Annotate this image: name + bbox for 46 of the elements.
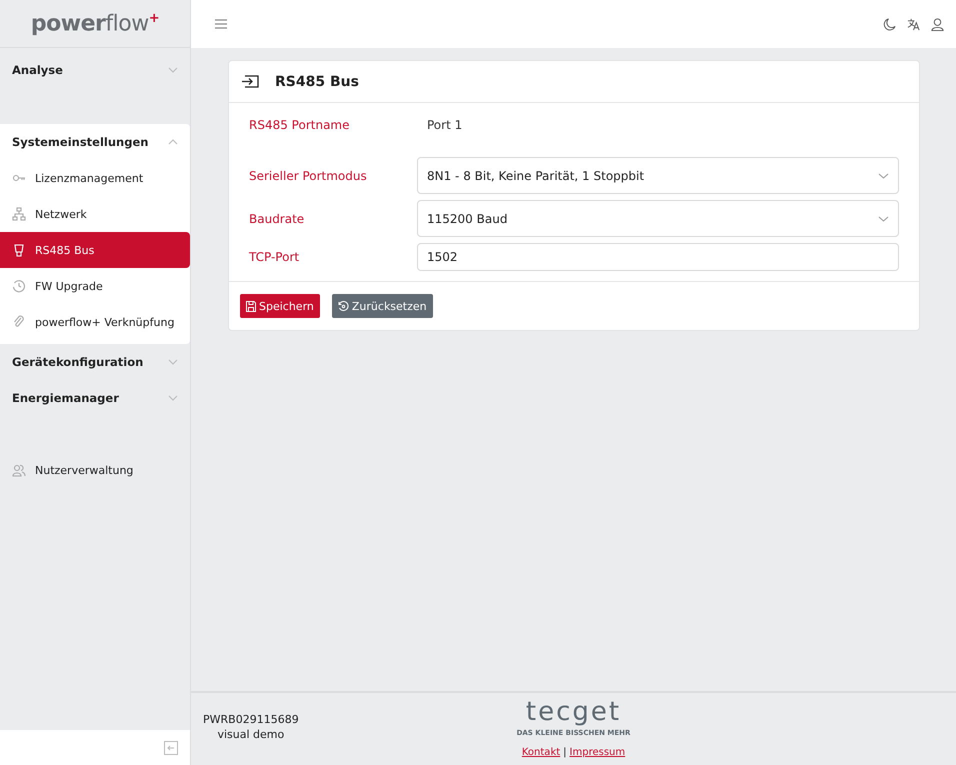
field-value: Port 1 bbox=[426, 118, 462, 132]
chevron-icon bbox=[878, 216, 889, 222]
menu-item[interactable]: Netzwerk bbox=[0, 196, 190, 232]
brand-logo: tecget bbox=[526, 697, 622, 727]
moon-icon[interactable] bbox=[883, 18, 896, 30]
save-icon bbox=[246, 300, 256, 312]
mode-text: visual demo bbox=[217, 728, 284, 741]
translate-icon[interactable] bbox=[907, 18, 920, 30]
field-label: Baudrate bbox=[249, 212, 306, 226]
input-field[interactable]: 1502 bbox=[417, 243, 899, 271]
menu-item[interactable]: RS485 Bus bbox=[0, 232, 190, 268]
user-icon[interactable] bbox=[931, 18, 944, 30]
reset-button[interactable]: Zurücksetzen bbox=[332, 294, 433, 318]
chevron-icon bbox=[168, 67, 178, 73]
reset-icon bbox=[338, 300, 349, 312]
link-icon bbox=[12, 315, 26, 329]
chevron-icon bbox=[878, 172, 889, 178]
logo: powerflow$^{+}$ bbox=[30, 10, 160, 36]
chevron-icon bbox=[168, 359, 178, 365]
serial-number: PWRB029115689 bbox=[203, 713, 299, 726]
menu-group-header[interactable]: Analyse bbox=[0, 52, 190, 88]
select-field[interactable]: 8N1 - 8 Bit, Keine Parität, 1 Stoppbit bbox=[417, 157, 899, 194]
contact-link[interactable]: Kontakt bbox=[522, 747, 560, 758]
link-separator: | bbox=[563, 747, 567, 758]
history-icon bbox=[12, 279, 26, 293]
users-icon bbox=[12, 463, 26, 477]
save-button[interactable]: Speichern bbox=[240, 294, 320, 318]
menu-item[interactable]: Lizenzmanagement bbox=[0, 160, 190, 196]
imprint-link[interactable]: Impressum bbox=[570, 747, 626, 758]
input-icon bbox=[241, 75, 259, 88]
menu-group-header[interactable]: Gerätekonfiguration bbox=[0, 344, 190, 380]
menu-item[interactable]: FW Upgrade bbox=[0, 268, 190, 304]
select-field[interactable]: 115200 Baud bbox=[417, 200, 899, 237]
field-label: Serieller Portmodus bbox=[249, 168, 368, 182]
plug-icon bbox=[12, 243, 26, 257]
chevron-icon bbox=[168, 139, 178, 145]
chevron-icon bbox=[168, 395, 178, 401]
field-label: TCP-Port bbox=[249, 250, 300, 264]
menu-item[interactable]: powerflow+ Verknüpfung bbox=[0, 304, 190, 340]
network-icon bbox=[12, 207, 26, 221]
menu-group-header[interactable]: Systemeinstellungen bbox=[0, 124, 190, 160]
field-label: RS485 Portname bbox=[249, 118, 350, 132]
menu-icon[interactable] bbox=[215, 19, 227, 29]
menu-group-header[interactable]: Energiemanager bbox=[0, 380, 190, 416]
menu-item[interactable]: Nutzerverwaltung bbox=[0, 452, 190, 488]
card-title: RS485 Bus bbox=[275, 74, 359, 90]
